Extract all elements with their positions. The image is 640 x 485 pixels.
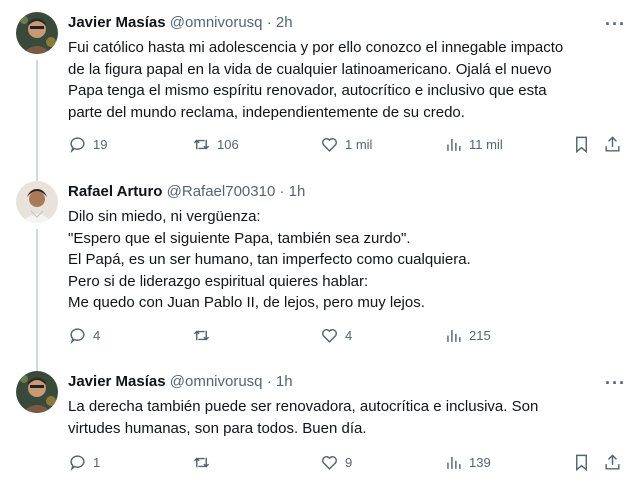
tweet-text-line: Fui católico hasta mi adolescencia y por… bbox=[68, 39, 564, 56]
tweet-text-line: Dilo sin miedo, ni vergüenza: bbox=[68, 208, 261, 225]
like-icon bbox=[322, 138, 337, 152]
reply-icon bbox=[70, 137, 85, 154]
more-options-icon[interactable]: ··· bbox=[605, 374, 626, 392]
tweet[interactable]: Javier Masías @omnivorusq · 1h ··· La de… bbox=[0, 367, 640, 485]
tweet-actions: 1 9 139 bbox=[68, 453, 628, 475]
tweet-text-line: virtudes humanas, son para todos. Buen d… bbox=[68, 419, 367, 437]
avatar[interactable] bbox=[16, 371, 58, 413]
tweet-header: Javier Masías @omnivorusq · 2h bbox=[68, 14, 293, 31]
views-button[interactable]: 215 bbox=[444, 326, 491, 345]
timestamp[interactable]: · 2h bbox=[267, 14, 293, 31]
timestamp[interactable]: · 1h bbox=[279, 183, 305, 200]
avatar[interactable] bbox=[16, 12, 58, 54]
retweet-count: 106 bbox=[217, 137, 239, 152]
tweet-text-line: "Espero que el siguiente Papa, también s… bbox=[68, 229, 411, 247]
tweet[interactable]: Javier Masías @omnivorusq · 2h ··· Fui c… bbox=[0, 8, 640, 185]
tweet-actions: 19 106 1 mil 11 mil bbox=[68, 135, 628, 157]
share-icon bbox=[605, 136, 620, 152]
reply-button[interactable]: 1 bbox=[68, 453, 100, 472]
views-count: 215 bbox=[469, 328, 491, 343]
retweet-icon bbox=[193, 330, 210, 341]
tweet-text-line: de la figura papal en la vida de cualqui… bbox=[68, 60, 552, 78]
bookmark-icon bbox=[576, 454, 587, 472]
author-name[interactable]: Rafael Arturo bbox=[68, 183, 162, 200]
like-icon bbox=[322, 329, 337, 343]
timestamp[interactable]: · 1h bbox=[267, 373, 293, 390]
like-button[interactable]: 9 bbox=[320, 453, 352, 472]
thread-line bbox=[36, 60, 38, 185]
reply-icon bbox=[70, 328, 85, 345]
tweet-actions: 4 4 215 bbox=[68, 326, 628, 348]
bookmark-icon bbox=[576, 136, 587, 154]
tweet-text: Dilo sin miedo, ni vergüenza: "Espero qu… bbox=[68, 206, 628, 314]
retweet-button[interactable] bbox=[192, 326, 217, 345]
share-button[interactable] bbox=[603, 135, 622, 154]
like-icon bbox=[322, 456, 337, 470]
tweet-text-line: Me quedo con Juan Pablo II, de lejos, pe… bbox=[68, 294, 425, 311]
views-count: 11 mil bbox=[469, 137, 503, 152]
tweet-text-line: Pero si de liderazgo espiritual quieres … bbox=[68, 272, 369, 290]
retweet-icon bbox=[193, 139, 210, 150]
reply-count: 1 bbox=[93, 455, 101, 470]
views-icon bbox=[447, 329, 461, 342]
like-count: 9 bbox=[345, 455, 353, 470]
views-count: 139 bbox=[469, 455, 491, 470]
tweet-header: Rafael Arturo @Rafael700310 · 1h bbox=[68, 183, 305, 200]
views-button[interactable]: 139 bbox=[444, 453, 491, 472]
bookmark-button[interactable] bbox=[572, 135, 591, 154]
views-icon bbox=[447, 138, 461, 151]
like-count: 4 bbox=[345, 328, 353, 343]
reply-count: 4 bbox=[93, 328, 101, 343]
tweet-text: Fui católico hasta mi adolescencia y por… bbox=[68, 37, 628, 123]
reply-button[interactable]: 4 bbox=[68, 326, 100, 345]
author-handle[interactable]: @omnivorusq bbox=[170, 14, 263, 31]
tweet-text-line: La derecha también puede ser renovadora,… bbox=[68, 398, 539, 415]
more-options-icon[interactable]: ··· bbox=[605, 15, 626, 33]
reply-button[interactable]: 19 bbox=[68, 135, 107, 154]
reply-count: 19 bbox=[93, 137, 108, 152]
retweet-button[interactable]: 106 bbox=[192, 135, 239, 154]
author-handle[interactable]: @omnivorusq bbox=[170, 373, 263, 390]
views-button[interactable]: 11 mil bbox=[444, 135, 503, 154]
bookmark-button[interactable] bbox=[572, 453, 591, 472]
retweet-icon bbox=[193, 457, 210, 468]
like-button[interactable]: 4 bbox=[320, 326, 352, 345]
author-name[interactable]: Javier Masías bbox=[68, 373, 166, 390]
author-name[interactable]: Javier Masías bbox=[68, 14, 166, 31]
tweet-text-line: Papa tenga el mismo espíritu renovador, … bbox=[68, 82, 547, 99]
reply-icon bbox=[70, 455, 85, 472]
retweet-button[interactable] bbox=[192, 453, 217, 472]
tweet-text-line: parte del mundo reclama, independienteme… bbox=[68, 103, 465, 121]
like-button[interactable]: 1 mil bbox=[320, 135, 372, 154]
avatar[interactable] bbox=[16, 181, 58, 223]
like-count: 1 mil bbox=[345, 137, 373, 152]
author-handle[interactable]: @Rafael700310 bbox=[167, 183, 276, 200]
share-icon bbox=[605, 454, 620, 470]
thread-line bbox=[36, 229, 38, 374]
tweet[interactable]: Rafael Arturo @Rafael700310 · 1h Dilo si… bbox=[0, 177, 640, 374]
tweet-text-line: El Papá, es un ser humano, tan imperfect… bbox=[68, 251, 471, 268]
tweet-header: Javier Masías @omnivorusq · 1h bbox=[68, 373, 293, 390]
share-button[interactable] bbox=[603, 453, 622, 472]
tweet-text: La derecha también puede ser renovadora,… bbox=[68, 396, 628, 439]
views-icon bbox=[447, 456, 461, 469]
